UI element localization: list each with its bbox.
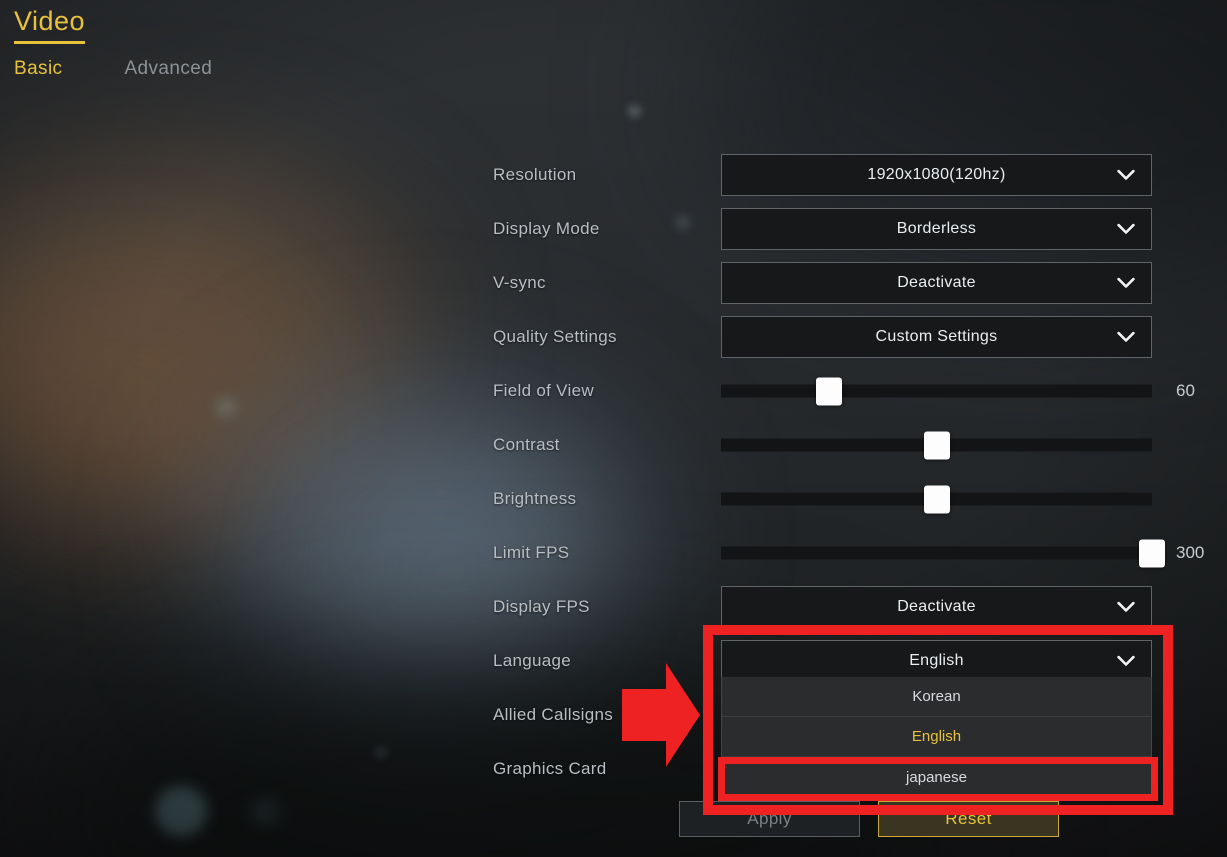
- settings-row: V-sync Deactivate: [0, 256, 1227, 310]
- settings-row-label: Allied Callsigns: [493, 705, 614, 724]
- tab-basic[interactable]: Basic: [14, 58, 62, 80]
- settings-row-label: Contrast: [493, 435, 560, 454]
- dropdown-value: 1920x1080(120hz): [867, 166, 1006, 183]
- chevron-down-icon: [1117, 223, 1135, 235]
- dropdown-value: Deactivate: [897, 598, 976, 615]
- slider-brightness[interactable]: [721, 485, 1152, 513]
- settings-row-label: Display FPS: [493, 597, 590, 616]
- language-option-english[interactable]: English: [722, 717, 1151, 757]
- apply-button[interactable]: Apply: [679, 801, 860, 837]
- settings-row-label: Graphics Card: [493, 759, 607, 778]
- dropdown-value: Deactivate: [897, 274, 976, 291]
- dropdown-language[interactable]: English: [721, 640, 1152, 682]
- slider-field-of-view[interactable]: [721, 377, 1152, 405]
- action-button-bar: Apply Reset: [679, 801, 1059, 837]
- settings-row-label: Quality Settings: [493, 327, 617, 346]
- settings-row: Contrast: [0, 418, 1227, 472]
- slider-value: 60: [1176, 381, 1195, 400]
- settings-row-label: Language: [493, 651, 572, 670]
- slider-knob[interactable]: [1139, 539, 1165, 567]
- settings-row-label: V-sync: [493, 273, 546, 292]
- dropdown-v-sync[interactable]: Deactivate: [721, 262, 1152, 304]
- slider-knob[interactable]: [923, 431, 950, 459]
- settings-row: Display Mode Borderless: [0, 202, 1227, 256]
- dropdown-value: Borderless: [896, 220, 977, 237]
- dropdown-display-mode[interactable]: Borderless: [721, 208, 1152, 250]
- video-settings-screen: Video Basic Advanced Resolution 1920x1080…: [0, 0, 1227, 857]
- settings-row: Quality Settings Custom Settings: [0, 310, 1227, 364]
- slider-knob[interactable]: [923, 485, 950, 513]
- dropdown-quality-settings[interactable]: Custom Settings: [721, 316, 1152, 358]
- language-dropdown-options[interactable]: Korean English japanese: [721, 677, 1152, 798]
- slider-value: 300: [1176, 543, 1205, 562]
- bokeh-orb: [628, 105, 641, 117]
- slider-contrast[interactable]: [721, 431, 1152, 459]
- settings-row: Resolution 1920x1080(120hz): [0, 148, 1227, 202]
- dropdown-value: English: [909, 652, 964, 669]
- chevron-down-icon: [1117, 277, 1135, 289]
- language-option-korean[interactable]: Korean: [722, 677, 1151, 717]
- settings-row: Brightness: [0, 472, 1227, 526]
- settings-row-label: Brightness: [493, 489, 577, 508]
- settings-header: Video Basic Advanced: [14, 4, 212, 80]
- settings-row-label: Display Mode: [493, 219, 600, 238]
- page-title: Video: [14, 4, 86, 44]
- settings-row: Limit FPS 300: [0, 526, 1227, 580]
- settings-row: Display FPS Deactivate: [0, 580, 1227, 634]
- settings-row-label: Resolution: [493, 165, 577, 184]
- settings-row-label: Field of View: [493, 381, 594, 400]
- language-option-japanese[interactable]: japanese: [722, 757, 1151, 797]
- slider-knob[interactable]: [815, 377, 842, 405]
- settings-tabs: Basic Advanced: [14, 58, 212, 80]
- bokeh-orb: [252, 800, 278, 824]
- settings-row-label: Limit FPS: [493, 543, 570, 562]
- chevron-down-icon: [1117, 601, 1135, 613]
- settings-row: Field of View 60: [0, 364, 1227, 418]
- reset-button[interactable]: Reset: [878, 801, 1059, 837]
- tab-advanced[interactable]: Advanced: [124, 58, 212, 80]
- chevron-down-icon: [1117, 655, 1135, 667]
- slider-limit-fps[interactable]: [721, 539, 1165, 567]
- dropdown-value: Custom Settings: [875, 328, 998, 345]
- chevron-down-icon: [1117, 169, 1135, 181]
- dropdown-display-fps[interactable]: Deactivate: [721, 586, 1152, 628]
- chevron-down-icon: [1117, 331, 1135, 343]
- dropdown-resolution[interactable]: 1920x1080(120hz): [721, 154, 1152, 196]
